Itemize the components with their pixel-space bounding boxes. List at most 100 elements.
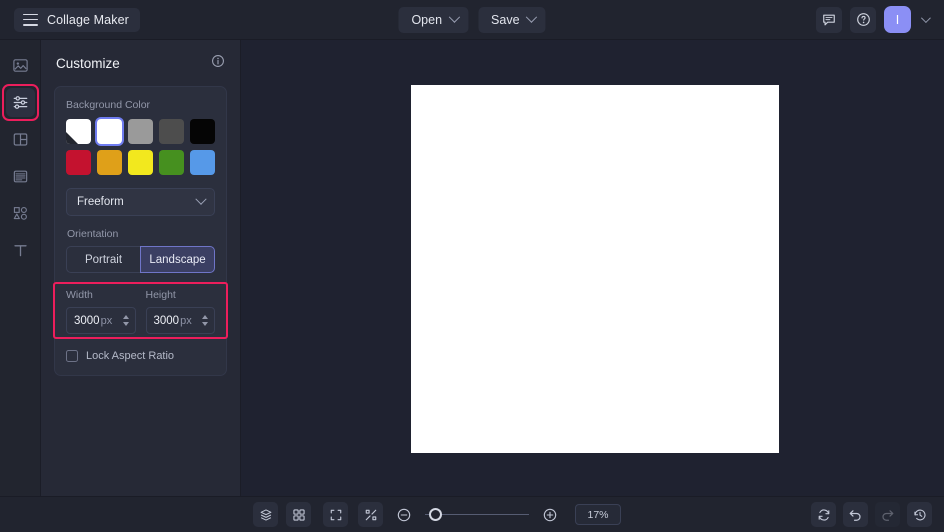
swatch-white[interactable] [97, 119, 122, 144]
tool-rail [0, 40, 41, 496]
sidebar-item-shapes[interactable] [6, 199, 35, 228]
history-button[interactable] [907, 502, 932, 527]
height-input[interactable]: 3000 px [145, 307, 215, 334]
swatch-amber[interactable] [97, 150, 122, 175]
preset-select[interactable]: Freeform [66, 188, 215, 216]
height-label: Height [145, 289, 176, 301]
zoom-out-button[interactable] [393, 504, 415, 526]
chevron-down-icon [122, 322, 129, 326]
save-button[interactable]: Save [478, 6, 546, 33]
collage-maker-app: Collage Maker Open Save I Customize Back… [0, 0, 944, 532]
help-button[interactable] [850, 6, 876, 33]
zoom-level-input[interactable]: 17% [575, 504, 621, 525]
swatch-light-gray[interactable] [128, 119, 153, 144]
chevron-down-icon[interactable] [920, 13, 931, 24]
undo-arrow-icon [849, 510, 861, 521]
image-icon [12, 59, 28, 72]
redo-arrow-icon [882, 510, 894, 521]
customize-card: Background Color Freeform Orientation Po… [53, 86, 228, 376]
layers-stack-icon [13, 170, 27, 183]
lock-aspect-ratio-row[interactable]: Lock Aspect Ratio [66, 350, 215, 362]
width-value: 3000 [74, 314, 100, 327]
background-color-swatches [66, 119, 215, 175]
reset-button[interactable] [811, 502, 836, 527]
customize-panel: Customize Background Color Freeform Orie… [41, 40, 241, 496]
zoom-slider-handle[interactable] [429, 508, 442, 521]
sidebar-item-customize[interactable] [1, 84, 39, 121]
swatch-row-2 [66, 150, 215, 175]
swatch-row-1 [66, 119, 215, 144]
open-label: Open [411, 12, 443, 27]
width-input[interactable]: 3000 px [66, 307, 136, 334]
swatch-green[interactable] [159, 150, 184, 175]
chat-bubble-icon [823, 14, 835, 25]
swatch-custom[interactable] [66, 119, 91, 144]
info-circle-icon[interactable] [211, 54, 225, 73]
layers-stack-icon [260, 508, 271, 521]
redo-button[interactable] [875, 502, 900, 527]
layout-grid-icon [13, 133, 27, 146]
height-unit: px [180, 314, 192, 327]
chevron-down-icon [525, 11, 538, 23]
hamburger-icon [23, 13, 38, 26]
refresh-icon [818, 508, 829, 521]
feedback-button[interactable] [816, 6, 842, 33]
undo-button[interactable] [843, 502, 868, 527]
zoom-controls: 17% [323, 502, 621, 527]
width-group: Width 3000 px [66, 289, 136, 334]
open-button[interactable]: Open [398, 6, 469, 33]
bottom-bar: 17% [0, 496, 944, 532]
sliders-icon [13, 96, 27, 109]
orientation-label: Orientation [67, 228, 119, 240]
lock-aspect-ratio-label: Lock Aspect Ratio [86, 350, 175, 362]
fullscreen-button[interactable] [323, 502, 348, 527]
background-color-label: Background Color [66, 99, 151, 111]
canvas-area[interactable] [241, 40, 944, 496]
lock-aspect-ratio-checkbox[interactable] [66, 350, 78, 362]
app-body: Customize Background Color Freeform Orie… [0, 40, 944, 496]
width-stepper[interactable] [122, 315, 131, 326]
file-actions: Open Save [398, 6, 546, 33]
sidebar-item-layers[interactable] [6, 162, 35, 191]
swatch-black[interactable] [190, 119, 215, 144]
shapes-icon [13, 206, 27, 220]
orientation-landscape-button[interactable]: Landscape [140, 246, 215, 273]
minus-circle-icon [397, 508, 411, 521]
chevron-down-icon [202, 322, 208, 326]
bottom-bar-left [0, 502, 311, 527]
expand-frame-icon [330, 509, 341, 520]
artboard[interactable] [411, 85, 779, 453]
preset-select-value: Freeform [77, 196, 124, 208]
menu-brand-button[interactable]: Collage Maker [14, 7, 140, 32]
fit-to-screen-button[interactable] [358, 502, 383, 527]
grid-button[interactable] [286, 502, 311, 527]
chevron-down-icon [195, 193, 207, 205]
width-unit: px [100, 314, 113, 327]
height-value: 3000 [153, 314, 180, 327]
swatch-yellow[interactable] [128, 150, 153, 175]
zoom-slider[interactable] [425, 508, 529, 522]
save-label: Save [491, 12, 520, 27]
custom-color-triangle-icon [66, 132, 78, 144]
sidebar-item-layout[interactable] [6, 125, 35, 154]
app-title: Collage Maker [47, 12, 129, 27]
top-bar: Collage Maker Open Save I [0, 0, 944, 40]
zoom-in-button[interactable] [539, 504, 561, 526]
sidebar-item-text[interactable] [6, 236, 35, 265]
collapse-arrows-icon [365, 509, 376, 520]
layers-button[interactable] [253, 502, 278, 527]
swatch-blue[interactable] [190, 150, 215, 175]
page-title: Customize [56, 56, 120, 71]
orientation-portrait-button[interactable]: Portrait [66, 246, 140, 273]
swatch-red[interactable] [66, 150, 91, 175]
height-stepper[interactable] [202, 315, 210, 326]
avatar[interactable]: I [884, 6, 911, 33]
sidebar-item-images[interactable] [6, 51, 35, 80]
text-t-icon [13, 245, 27, 257]
swatch-dark-gray[interactable] [159, 119, 184, 144]
width-label: Width [66, 289, 93, 301]
clock-history-icon [913, 509, 925, 520]
top-bar-right: I [816, 6, 936, 33]
grid-four-icon [292, 508, 305, 521]
help-circle-icon [856, 13, 870, 26]
